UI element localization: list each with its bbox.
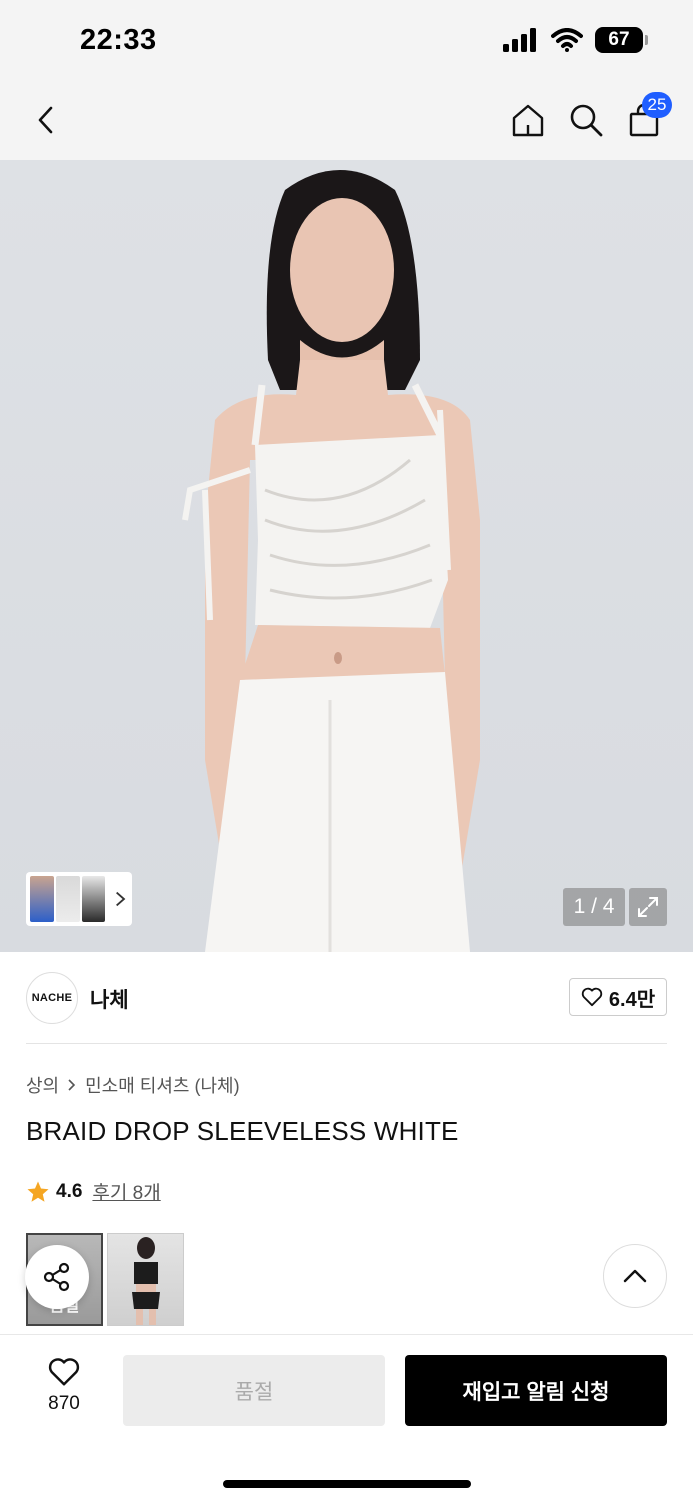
cart-count-badge: 25 [642,92,672,118]
divider [26,1043,667,1044]
star-icon [27,1181,49,1202]
product-photo [182,170,480,952]
product-title: BRAID DROP SLEEVELESS WHITE [26,1116,459,1146]
chevron-up-icon [623,1269,647,1283]
option-photo [132,1237,160,1325]
breadcrumb: 상의 민소매 티셔츠 (나체) [26,1072,240,1098]
wifi-icon [551,28,583,52]
brand-row: NACHE 나체 6.4만 [26,970,667,1026]
search-button[interactable] [566,98,606,142]
status-time: 22:33 [80,24,157,56]
battery-level: 67 [608,29,630,50]
image-thumbnails-strip[interactable] [26,872,132,926]
wishlist-count: 870 [48,1393,80,1414]
breadcrumb-subcategory[interactable]: 민소매 티셔츠 (나체) [85,1072,239,1098]
battery-icon: 67 [595,27,648,53]
heart-icon [48,1358,80,1386]
rating-value: 4.6 [56,1180,83,1202]
wishlist-button[interactable]: 870 [30,1357,98,1415]
search-icon [570,104,603,137]
brand-logo[interactable]: NACHE [26,972,78,1024]
cart-button[interactable]: 25 [624,92,672,142]
brand-name[interactable]: 나체 [90,984,129,1014]
thumbnail-1 [30,876,54,922]
brand-like-button[interactable]: 6.4만 [569,978,667,1016]
rating-row: 4.6 후기 8개 [26,1178,161,1205]
nav-bar: 25 [0,80,693,160]
scroll-top-button[interactable] [603,1244,667,1308]
bottom-action-bar: 870 품절 재입고 알림 신청 [0,1334,693,1500]
product-image-carousel[interactable]: 1 / 4 [0,160,693,952]
back-button[interactable] [26,98,66,142]
chevron-left-icon [38,106,53,134]
status-icons: 67 [503,27,648,53]
thumbnail-3 [81,876,106,922]
soldout-button[interactable]: 품절 [123,1355,385,1426]
signal-icon [503,28,536,52]
image-counter: 1 / 4 [563,888,625,926]
chevron-right-icon [116,891,126,907]
expand-icon [638,897,658,917]
home-button[interactable] [508,98,548,142]
restock-alert-button[interactable]: 재입고 알림 신청 [405,1355,667,1426]
share-button[interactable] [25,1245,89,1309]
breadcrumb-category[interactable]: 상의 [26,1072,59,1098]
thumbnail-2 [55,876,80,922]
chevron-right-icon [68,1079,76,1091]
fullscreen-button[interactable] [629,888,667,926]
heart-icon [581,987,603,1007]
reviews-link[interactable]: 후기 8개 [92,1178,160,1205]
share-icon [43,1262,70,1292]
home-icon [512,104,544,137]
home-indicator [223,1480,471,1488]
brand-like-count: 6.4만 [608,988,656,1011]
status-bar: 22:33 67 [0,0,693,80]
color-option-black[interactable] [107,1233,184,1326]
